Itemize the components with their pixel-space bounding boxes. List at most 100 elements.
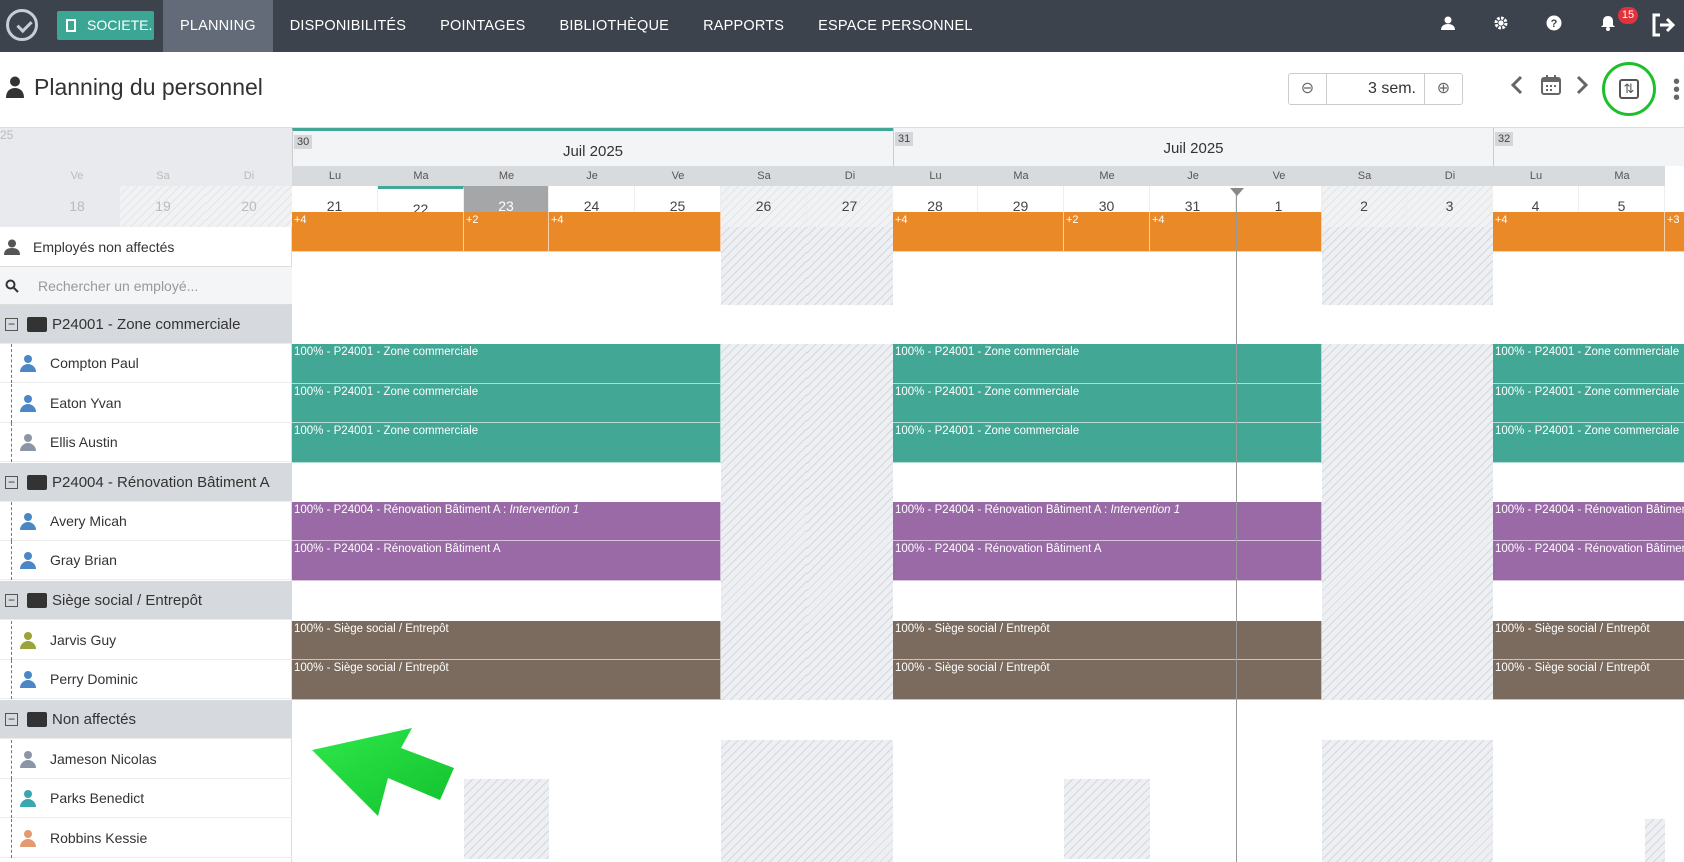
nav-espace-personnel[interactable]: ESPACE PERSONNEL xyxy=(801,0,989,52)
employee-row[interactable]: Avery Micah xyxy=(0,502,292,541)
bell-icon[interactable] xyxy=(1599,15,1617,33)
assignment-label: 100% - Siège social / Entrepôt xyxy=(895,623,1050,635)
employee-row[interactable]: Jameson Nicolas xyxy=(0,740,292,779)
assignment-label: 100% - P24004 - Rénovation Bâtiment A xyxy=(294,543,501,555)
assignment-bar[interactable]: 100% - P24004 - Rénovation Bâtiment A : … xyxy=(893,502,1322,541)
employee-row[interactable]: Parks Benedict xyxy=(0,779,292,818)
sort-columns-icon: ⇅ xyxy=(1619,79,1639,99)
collapse-icon[interactable]: − xyxy=(5,476,18,489)
unavailable-block xyxy=(1064,779,1150,859)
prev-day-num: 19 xyxy=(155,198,171,214)
prev-day-name: Sa xyxy=(156,170,170,182)
zoom-value-input[interactable]: 3 sem. xyxy=(1326,74,1425,104)
employee-row[interactable]: Compton Paul xyxy=(0,344,292,383)
intervention-label: Intervention 1 xyxy=(1110,504,1181,516)
employee-row[interactable]: Eaton Yvan xyxy=(0,384,292,423)
assignment-bar[interactable]: 100% - P24001 - Zone commerciale xyxy=(1493,344,1684,384)
company-button[interactable]: SOCIETE. xyxy=(57,11,154,40)
assignment-bar[interactable]: 100% - P24001 - Zone commerciale xyxy=(292,344,721,384)
next-period-icon[interactable] xyxy=(1575,74,1589,104)
assignment-bar[interactable]: 100% - P24001 - Zone commerciale xyxy=(893,344,1322,384)
employee-row[interactable]: Ellis Austin xyxy=(0,423,292,462)
week-header: 32 xyxy=(1493,128,1684,166)
employee-row[interactable]: Jarvis Guy xyxy=(0,621,292,660)
nav-pointages[interactable]: POINTAGES xyxy=(423,0,542,52)
assignment-bar[interactable]: 100% - P24001 - Zone commerciale xyxy=(292,384,721,423)
day-name: Me xyxy=(1064,166,1150,186)
employee-avatar-icon xyxy=(20,513,36,531)
more-options-icon[interactable]: • • • xyxy=(1673,72,1680,108)
collapse-icon[interactable]: − xyxy=(5,318,18,331)
assignment-label: 100% - P24001 - Zone commerciale xyxy=(895,346,1080,358)
unassigned-count-cell[interactable]: +3 xyxy=(1665,212,1684,252)
assignment-bar[interactable]: 100% - Siège social / Entrepôt xyxy=(292,621,721,660)
assignment-bar[interactable]: 100% - P24004 - Rénovation Bâtiment A xyxy=(292,541,721,581)
person-icon xyxy=(6,76,24,98)
employee-avatar-icon xyxy=(20,395,36,413)
help-icon[interactable]: ? xyxy=(1545,15,1563,33)
employee-avatar-icon xyxy=(20,552,36,570)
employee-name: Perry Dominic xyxy=(50,671,138,687)
group-label: P24004 - Rénovation Bâtiment A xyxy=(52,474,270,491)
employee-row[interactable]: Gray Brian xyxy=(0,541,292,580)
assignment-label: 100% - P24001 - Zone commerciale xyxy=(294,346,479,358)
employee-search[interactable]: Rechercher un employé... xyxy=(0,267,292,305)
unassigned-count-cell[interactable]: +4 xyxy=(893,212,1064,252)
layout-toggle-button[interactable]: ⇅ xyxy=(1602,62,1656,116)
search-input[interactable]: Rechercher un employé... xyxy=(38,267,198,305)
day-number[interactable]: 3 xyxy=(1407,186,1493,227)
assignment-bar[interactable]: 100% - P24004 - Rénovation Bâtiment A xyxy=(893,541,1322,581)
logout-icon[interactable] xyxy=(1650,12,1676,38)
unassigned-count-cell[interactable]: +4 xyxy=(292,212,464,252)
assignment-bar[interactable]: 100% - Siège social / Entrepôt xyxy=(1493,621,1684,660)
day-number[interactable]: 27 xyxy=(807,186,893,227)
unassigned-count-cell[interactable]: +2 xyxy=(1064,212,1150,252)
assignment-bar[interactable]: 100% - Siège social / Entrepôt xyxy=(1493,660,1684,700)
employee-name: Robbins Kessie xyxy=(50,830,148,846)
assignment-bar[interactable]: 100% - P24001 - Zone commerciale xyxy=(893,423,1322,463)
nav-bibliotheque[interactable]: BIBLIOTHÈQUE xyxy=(542,0,686,52)
group-row[interactable]: − Non affectés xyxy=(0,700,292,739)
tree-line xyxy=(11,423,12,462)
nav-rapports[interactable]: RAPPORTS xyxy=(686,0,801,52)
weekend-hatch xyxy=(807,344,893,700)
employee-row[interactable]: Robbins Kessie xyxy=(0,819,292,858)
previous-period-icon[interactable] xyxy=(1510,74,1524,104)
zoom-out-button[interactable]: ⊖ xyxy=(1289,74,1326,104)
unassigned-count-cell[interactable]: +4 xyxy=(549,212,721,252)
day-number[interactable]: 26 xyxy=(721,186,807,227)
employee-name: Ellis Austin xyxy=(50,434,118,450)
assignment-bar[interactable]: 100% - Siège social / Entrepôt xyxy=(893,621,1322,660)
unassigned-count-cell[interactable]: +2 xyxy=(464,212,549,252)
unassigned-employees-row[interactable]: Employés non affectés xyxy=(0,227,292,267)
assignment-bar[interactable]: 100% - P24001 - Zone commerciale xyxy=(1493,384,1684,423)
prev-day-name: Di xyxy=(243,170,255,182)
settings-gear-icon[interactable] xyxy=(1492,15,1510,33)
assignment-bar[interactable]: 100% - P24004 - Rénovation Bâtiment A : … xyxy=(292,502,721,541)
zoom-in-button[interactable]: ⊕ xyxy=(1425,74,1462,104)
top-navbar: SOCIETE. PLANNING DISPONIBILITÉS POINTAG… xyxy=(0,0,1684,52)
group-row[interactable]: − P24004 - Rénovation Bâtiment A xyxy=(0,463,292,502)
unassigned-count-cell[interactable]: +4 xyxy=(1493,212,1665,252)
day-number[interactable]: 2 xyxy=(1322,186,1407,227)
assignment-bar[interactable]: 100% - Siège social / Entrepôt xyxy=(893,660,1322,700)
employee-name: Jameson Nicolas xyxy=(50,751,157,767)
assignment-bar[interactable]: 100% - P24004 - Rénovation Bâtiment A xyxy=(1493,541,1684,581)
nav-planning[interactable]: PLANNING xyxy=(163,0,273,52)
app-logo-icon[interactable] xyxy=(6,9,38,41)
collapse-icon[interactable]: − xyxy=(5,713,18,726)
building-icon xyxy=(66,19,76,32)
group-row[interactable]: − P24001 - Zone commerciale xyxy=(0,305,292,344)
user-icon[interactable] xyxy=(1439,15,1457,33)
assignment-bar[interactable]: 100% - Siège social / Entrepôt xyxy=(292,660,721,700)
assignment-bar[interactable]: 100% - P24001 - Zone commerciale xyxy=(292,423,721,463)
employee-row[interactable]: Perry Dominic xyxy=(0,660,292,699)
assignment-bar[interactable]: 100% - P24001 - Zone commerciale xyxy=(893,384,1322,423)
employee-avatar-icon xyxy=(20,632,36,650)
collapse-icon[interactable]: − xyxy=(5,594,18,607)
nav-disponibilites[interactable]: DISPONIBILITÉS xyxy=(273,0,423,52)
calendar-icon[interactable] xyxy=(1540,74,1562,104)
group-row[interactable]: − Siège social / Entrepôt xyxy=(0,581,292,620)
assignment-bar[interactable]: 100% - P24004 - Rénovation Bâtiment A : … xyxy=(1493,502,1684,541)
assignment-bar[interactable]: 100% - P24001 - Zone commerciale xyxy=(1493,423,1684,463)
